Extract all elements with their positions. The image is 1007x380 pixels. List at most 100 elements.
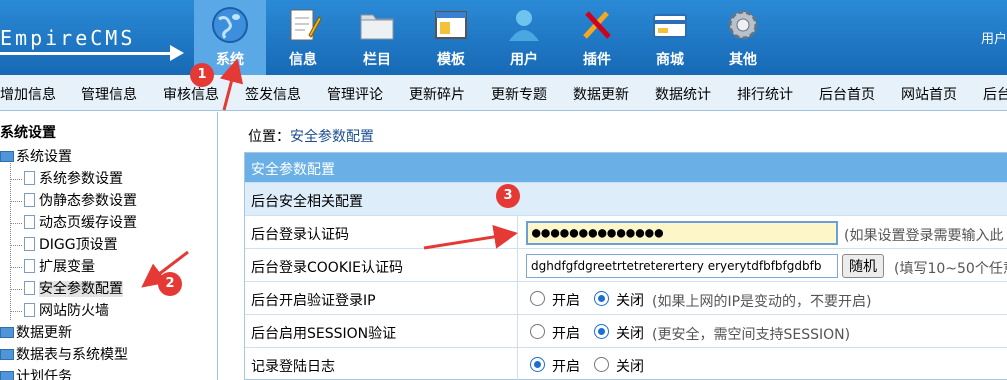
page-icon <box>24 171 35 185</box>
section-row: 后台安全相关配置 <box>245 182 1007 215</box>
submenu-data-update[interactable]: 数据更新 <box>573 84 629 104</box>
login-log-label: 记录登陆日志 <box>251 359 335 375</box>
submenu-admin-home[interactable]: 后台首页 <box>819 84 875 104</box>
submenu-data-stats[interactable]: 数据统计 <box>655 84 711 104</box>
nav-label: 用户 <box>510 52 538 68</box>
login-ip-off-radio[interactable] <box>594 291 609 306</box>
login-log-on-radio[interactable] <box>530 357 545 372</box>
login-log-on-label: 开启 <box>552 359 580 375</box>
row-session: 后台启用SESSION验证 开启 关闭 (更安全，需空间支持SESSION) <box>245 314 1007 348</box>
logo: EmpireCMS <box>0 26 136 50</box>
submenu-manage-info[interactable]: 管理信息 <box>81 84 137 104</box>
session-off-radio[interactable] <box>594 324 609 339</box>
page-icon <box>24 259 35 273</box>
tree-group-scheduled[interactable]: 计划任务 <box>0 366 72 380</box>
nav-info[interactable]: 信息 <box>267 0 339 75</box>
cookie-code-input[interactable] <box>526 254 838 278</box>
submenu-update-topics[interactable]: 更新专题 <box>491 84 547 104</box>
page-icon <box>24 215 35 229</box>
submenu-add-info[interactable]: 增加信息 <box>0 84 56 104</box>
submenu-update-fragments[interactable]: 更新碎片 <box>409 84 465 104</box>
page-icon <box>24 237 35 251</box>
nav-shop[interactable]: 商城 <box>634 0 706 75</box>
random-button[interactable]: 随机 <box>842 254 884 278</box>
nav-label: 商城 <box>656 52 684 68</box>
submenu-review-info[interactable]: 审核信息 <box>163 84 219 104</box>
logo-underline <box>0 52 170 55</box>
tree-item-ext-vars[interactable]: 扩展变量 <box>24 256 95 278</box>
session-on-label: 开启 <box>552 326 580 342</box>
folder-icon <box>0 349 14 360</box>
tree-group-data-update[interactable]: 数据更新 <box>0 322 72 344</box>
submenu-sign-info[interactable]: 签发信息 <box>245 84 301 104</box>
row-login-ip: 后台开启验证登录IP 开启 关闭 (如果上网的IP是变动的，不要开启) <box>245 281 1007 315</box>
nav-label: 信息 <box>289 52 317 68</box>
login-log-off-radio[interactable] <box>594 357 609 372</box>
login-ip-on-label: 开启 <box>552 293 580 309</box>
section-title: 后台安全相关配置 <box>251 194 363 210</box>
nav-other[interactable]: 其他 <box>707 0 779 75</box>
tree-item-dynamic-cache[interactable]: 动态页缓存设置 <box>24 212 137 234</box>
breadcrumb-current[interactable]: 安全参数配置 <box>290 129 374 145</box>
globe-icon <box>212 7 248 43</box>
page-icon <box>24 193 35 207</box>
nav-label: 插件 <box>583 52 611 68</box>
submenu-admin-more[interactable]: 后台 <box>983 84 1007 104</box>
tree-item-digg[interactable]: DIGG顶设置 <box>24 234 118 256</box>
session-label: 后台启用SESSION验证 <box>251 326 397 342</box>
card-icon <box>653 14 687 38</box>
login-ip-label: 后台开启验证登录IP <box>251 293 376 309</box>
user-label: 用户 <box>980 32 1007 47</box>
auth-code-hint: (如果设置登录需要输入此 <box>844 228 1004 244</box>
user-icon <box>509 10 539 41</box>
tree-group-data-tables[interactable]: 数据表与系统模型 <box>0 344 128 366</box>
gear-icon <box>728 10 758 40</box>
page-icon <box>24 281 35 295</box>
auth-code-input[interactable] <box>526 221 838 245</box>
session-hint: (更安全，需空间支持SESSION) <box>652 327 851 343</box>
annotation-badge-3: 3 <box>496 184 520 208</box>
logo-arrow <box>170 45 184 61</box>
nav-user[interactable]: 用户 <box>488 0 560 75</box>
folder-icon <box>0 327 14 338</box>
nav-column[interactable]: 栏目 <box>341 0 413 75</box>
tools-icon <box>583 11 611 39</box>
row-login-log: 记录登陆日志 开启 关闭 <box>245 347 1007 380</box>
nav-plugin[interactable]: 插件 <box>561 0 633 75</box>
submenu-rank-stats[interactable]: 排行统计 <box>737 84 793 104</box>
nav-label: 其他 <box>729 52 757 68</box>
tree-item-system-params[interactable]: 系统参数设置 <box>24 168 123 190</box>
annotation-badge-1: 1 <box>190 63 214 87</box>
sidebar-tree: 系统设置 系统设置 系统参数设置 伪静态参数设置 动态页缓存设置 DIGG顶设置… <box>0 112 218 380</box>
tree-item-firewall[interactable]: 网站防火墙 <box>24 300 109 322</box>
tree-item-pseudo-static[interactable]: 伪静态参数设置 <box>24 190 137 212</box>
tree-root: 系统设置 <box>0 125 56 141</box>
cookie-code-label: 后台登录COOKIE认证码 <box>251 260 403 276</box>
cookie-code-hint: (填写10~50个任意 <box>894 261 1007 277</box>
nav-template[interactable]: 模板 <box>415 0 487 75</box>
nav-label: 系统 <box>216 52 244 68</box>
nav-label: 栏目 <box>363 52 391 68</box>
row-cookie-code: 后台登录COOKIE认证码 随机 (填写10~50个任意 <box>245 248 1007 282</box>
login-log-off-label: 关闭 <box>616 359 644 375</box>
submenu-site-home[interactable]: 网站首页 <box>901 84 957 104</box>
folder-icon <box>0 151 14 162</box>
login-ip-hint: (如果上网的IP是变动的，不要开启) <box>652 294 872 310</box>
panel-title: 安全参数配置 <box>245 153 1007 182</box>
session-off-label: 关闭 <box>616 326 644 342</box>
login-ip-on-radio[interactable] <box>530 291 545 306</box>
tree-group-system[interactable]: 系统设置 <box>0 146 72 168</box>
session-on-radio[interactable] <box>530 324 545 339</box>
breadcrumb: 位置：安全参数配置 <box>248 126 374 146</box>
annotation-badge-2: 2 <box>158 272 182 296</box>
login-ip-off-label: 关闭 <box>616 293 644 309</box>
folder-icon <box>0 371 14 380</box>
security-config-panel: 安全参数配置 后台安全相关配置 后台登录认证码 (如果设置登录需要输入此 后台登… <box>244 152 1007 380</box>
tree-item-security-config[interactable]: 安全参数配置 <box>24 278 123 300</box>
tree-guide-line <box>10 160 11 320</box>
row-auth-code: 后台登录认证码 (如果设置登录需要输入此 <box>245 215 1007 249</box>
nav-label: 模板 <box>437 52 465 68</box>
submenu-manage-comments[interactable]: 管理评论 <box>327 84 383 104</box>
window-icon <box>435 11 467 39</box>
folder-icon <box>360 14 394 40</box>
